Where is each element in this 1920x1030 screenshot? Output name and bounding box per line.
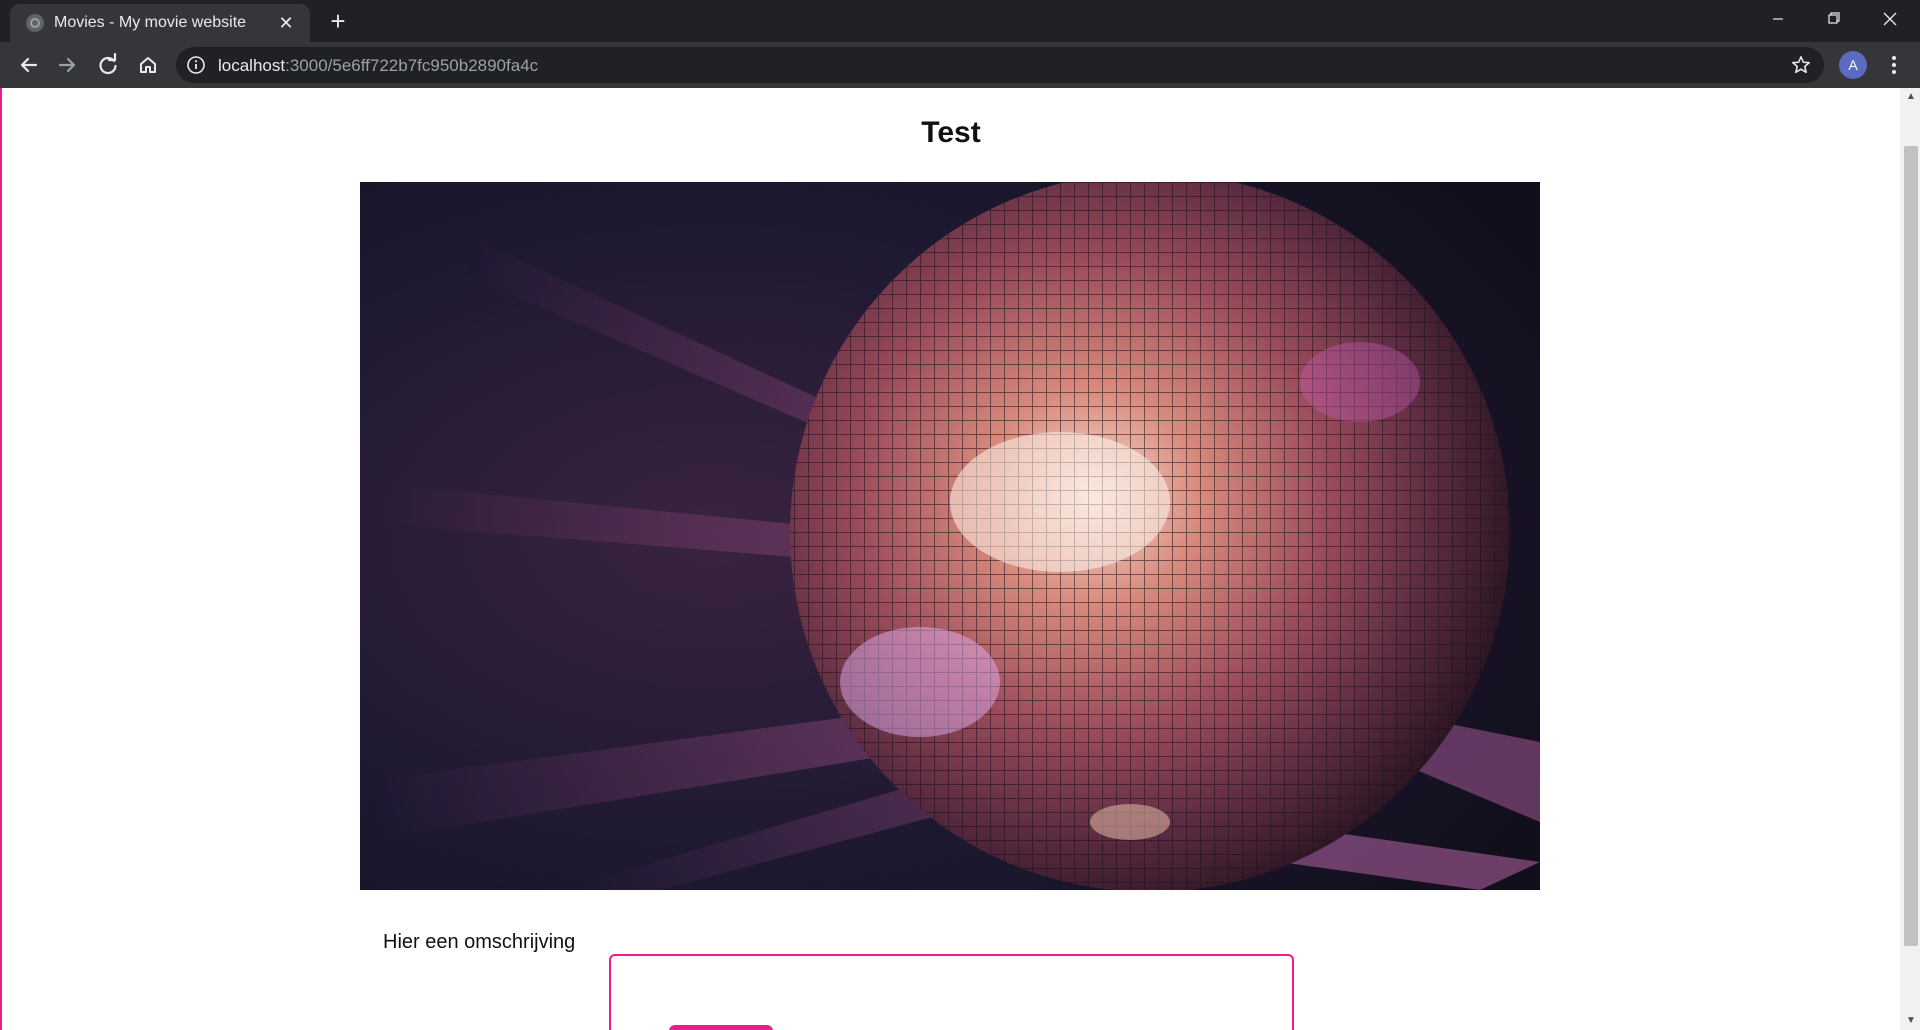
arrow-left-icon [20, 57, 38, 73]
tab-strip: Movies - My movie website ✕ + [0, 0, 1920, 42]
url-path: :3000/5e6ff722b7fc950b2890fa4c [285, 56, 539, 75]
home-icon [140, 57, 156, 73]
scroll-up-icon[interactable]: ▲ [1900, 88, 1920, 106]
description-label: Hier een omschrijving [383, 931, 576, 953]
arrow-right-icon [58, 57, 76, 73]
browser-tab[interactable]: Movies - My movie website ✕ [10, 4, 310, 42]
forward-button[interactable] [52, 49, 84, 81]
content-panel [609, 954, 1294, 1030]
kebab-menu-icon [1892, 56, 1896, 74]
back-button[interactable] [12, 49, 44, 81]
reload-button[interactable] [92, 49, 124, 81]
scroll-down-icon[interactable]: ▼ [1900, 1012, 1920, 1030]
reload-icon [99, 52, 117, 75]
browser-menu-button[interactable] [1880, 51, 1908, 79]
globe-icon [26, 14, 44, 32]
info-icon[interactable] [186, 55, 206, 75]
page-scrollbar[interactable]: ▲ ▼ [1900, 88, 1920, 1030]
home-button[interactable] [132, 49, 164, 81]
profile-avatar[interactable]: A [1839, 51, 1867, 79]
new-tab-button[interactable]: + [323, 6, 353, 36]
disco-ball-image [360, 182, 1540, 890]
star-icon[interactable] [1790, 54, 1812, 76]
browser-toolbar: localhost:3000/5e6ff722b7fc950b2890fa4c … [0, 42, 1920, 88]
address-bar[interactable]: localhost:3000/5e6ff722b7fc950b2890fa4c [176, 47, 1824, 83]
url-text: localhost:3000/5e6ff722b7fc950b2890fa4c [218, 56, 538, 76]
movie-image [360, 182, 1540, 890]
tab-title: Movies - My movie website [54, 14, 247, 31]
minimize-button[interactable] [1750, 0, 1806, 38]
page-title: Test [921, 116, 981, 149]
page-viewport: Test Hier een omschrijving ▲ ▼ [0, 88, 1920, 1030]
restore-button[interactable] [1806, 0, 1862, 38]
close-window-button[interactable] [1862, 0, 1918, 38]
close-tab-icon[interactable]: ✕ [274, 11, 298, 35]
scrollbar-thumb[interactable] [1904, 146, 1918, 946]
url-host: localhost [218, 56, 286, 75]
action-button[interactable] [669, 1025, 773, 1030]
